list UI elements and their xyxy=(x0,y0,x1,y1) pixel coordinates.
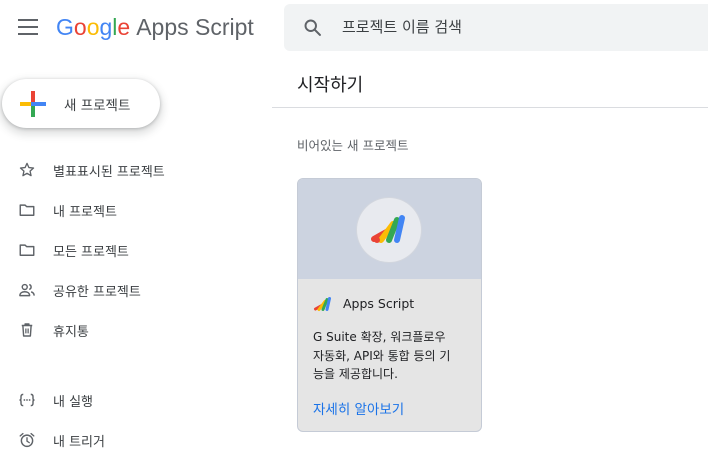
search-icon[interactable] xyxy=(302,17,323,38)
logo-letter-o2: o xyxy=(86,14,100,40)
sidebar-item-my-triggers[interactable]: 내 트리거 xyxy=(0,420,270,460)
blank-project-heading: 비어있는 새 프로젝트 xyxy=(297,138,409,153)
logo-letter-g1: G xyxy=(56,14,74,40)
executions-icon xyxy=(19,393,35,407)
learn-more-link[interactable]: 자세히 알아보기 xyxy=(313,398,404,418)
plus-icon xyxy=(20,91,46,117)
hamburger-menu-icon[interactable] xyxy=(18,19,38,35)
sidebar-item-label: 모든 프로젝트 xyxy=(53,245,129,260)
sidebar-item-label: 공유한 프로젝트 xyxy=(53,285,141,300)
sidebar-item-trash[interactable]: 휴지통 xyxy=(0,310,270,350)
card-description-line: 능을 제공합니다. xyxy=(313,367,398,381)
trash-icon xyxy=(21,323,33,337)
sidebar-item-label: 내 프로젝트 xyxy=(53,205,117,220)
new-project-button[interactable]: 새 프로젝트 xyxy=(2,79,160,128)
sidebar-item-label: 내 트리거 xyxy=(53,435,105,450)
folder-icon xyxy=(19,204,35,216)
card-title: Apps Script xyxy=(343,296,415,311)
new-project-label: 새 프로젝트 xyxy=(64,98,131,114)
sidebar-item-starred[interactable]: 별표표시된 프로젝트 xyxy=(0,150,270,190)
logo-letter-o1: o xyxy=(73,14,87,40)
card-description: G Suite 확장, 워크플로우 자동화, API와 통합 등의 기 능을 제… xyxy=(313,328,475,384)
logo-letter-e: e xyxy=(117,14,131,40)
apps-script-logo[interactable]: G o o g l e Apps Script xyxy=(56,14,254,42)
sidebar-item-label: 별표표시된 프로젝트 xyxy=(53,165,165,180)
sidebar-item-my-projects[interactable]: 내 프로젝트 xyxy=(0,190,270,230)
search-input[interactable] xyxy=(342,14,682,40)
logo-product-name: Apps Script xyxy=(136,14,254,40)
search-bar[interactable] xyxy=(284,4,708,51)
page-title: 시작하기 xyxy=(297,75,364,96)
logo-letter-g2: g xyxy=(99,14,113,40)
card-hero xyxy=(298,179,481,279)
star-icon xyxy=(19,162,35,177)
apps-script-logo-icon xyxy=(371,215,405,243)
apps-script-template-card[interactable]: Apps Script G Suite 확장, 워크플로우 자동화, API와 … xyxy=(297,178,482,432)
folder-icon xyxy=(19,244,35,256)
sidebar-nav: 별표표시된 프로젝트 내 프로젝트 모든 프로젝트 공유한 프로젝트 휴지통 내… xyxy=(0,150,270,460)
sidebar-item-label: 휴지통 xyxy=(53,325,89,340)
divider xyxy=(272,107,708,108)
alarm-clock-icon xyxy=(19,432,35,448)
card-description-line: 자동화, API와 통합 등의 기 xyxy=(313,348,451,363)
card-description-line: G Suite 확장, 워크플로우 xyxy=(313,330,446,344)
sidebar-item-shared[interactable]: 공유한 프로젝트 xyxy=(0,270,270,310)
people-icon xyxy=(19,283,35,297)
sidebar-item-label: 내 실행 xyxy=(53,395,94,410)
apps-script-small-icon xyxy=(314,297,331,311)
sidebar-item-all-projects[interactable]: 모든 프로젝트 xyxy=(0,230,270,270)
sidebar-item-my-executions[interactable]: 내 실행 xyxy=(0,380,270,420)
